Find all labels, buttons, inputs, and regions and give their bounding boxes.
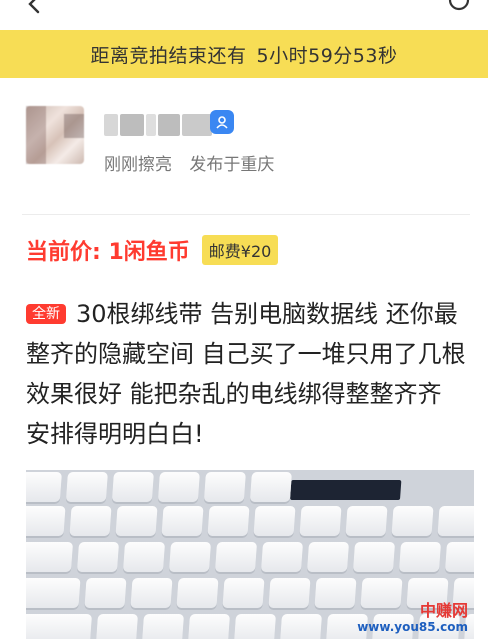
keyboard-key (391, 506, 434, 536)
keyboard-key (176, 578, 219, 608)
condition-tag: 全新 (26, 304, 66, 324)
keyboard-key (26, 578, 81, 608)
keyboard-key (122, 542, 166, 572)
publish-location: 发布于重庆 (189, 155, 275, 175)
auction-timer: 5小时59分53秒 (256, 44, 398, 67)
keyboard-key (69, 506, 112, 536)
keyboard-key (187, 614, 231, 639)
keyboard-key (168, 542, 212, 572)
keyboard-key (203, 472, 246, 502)
current-price: 当前价: 1闲鱼币 (26, 240, 190, 265)
verified-badge-icon (210, 110, 234, 134)
auction-countdown-banner: 距离竞拍结束还有 5小时59分53秒 (0, 30, 488, 78)
keyboard-key (26, 472, 62, 502)
auction-label: 距离竞拍结束还有 (90, 44, 247, 67)
keyboard-key (306, 542, 350, 572)
keyboard-key (130, 578, 173, 608)
keyboard-key (26, 506, 66, 536)
keyboard-key (260, 542, 304, 572)
keyboard-key (314, 578, 357, 608)
item-photo[interactable]: 中赚网 www.you85.com (26, 470, 474, 639)
item-description: 30根绑线带 告别电脑数据线 还你最整齐的隐藏空间 自己买了一堆只用了几根 效果… (26, 300, 466, 448)
keyboard-key (207, 506, 250, 536)
keyboard-key (299, 506, 342, 536)
shipping-fee-badge: 邮费¥20 (201, 235, 279, 265)
watermark: 中赚网 www.you85.com (357, 603, 468, 635)
back-chevron-icon[interactable] (22, 0, 48, 20)
keyboard-key (233, 614, 277, 639)
keyboard-key (222, 578, 265, 608)
keyboard-key (26, 614, 93, 639)
keyboard-key (253, 506, 296, 536)
keyboard-key (214, 542, 258, 572)
keyboard-key (65, 472, 108, 502)
keyboard-key (141, 614, 185, 639)
keyboard-logo-plate (289, 480, 402, 500)
more-icon[interactable] (444, 0, 474, 18)
keyboard-key (84, 578, 127, 608)
watermark-name: 中赚网 (419, 601, 468, 620)
keyboard-key (345, 506, 388, 536)
watermark-url: www.you85.com (357, 620, 468, 634)
divider (22, 214, 470, 215)
keyboard-key (115, 506, 158, 536)
keyboard-key (279, 614, 323, 639)
keyboard-key (157, 472, 200, 502)
keyboard-key (161, 506, 204, 536)
keyboard-key (95, 614, 139, 639)
seller-name-blurred (104, 114, 212, 136)
polish-status: 刚刚擦亮 (104, 155, 172, 175)
top-bar (0, 0, 488, 30)
seller-info[interactable]: 刚刚擦亮 发布于重庆 (0, 90, 488, 190)
avatar[interactable] (26, 106, 84, 164)
seller-subline: 刚刚擦亮 发布于重庆 (104, 150, 274, 175)
keyboard-key (444, 542, 474, 572)
keyboard-key (437, 506, 474, 536)
keyboard-key (398, 542, 442, 572)
keyboard-key (268, 578, 311, 608)
keyboard-key (26, 542, 74, 572)
keyboard-key (76, 542, 120, 572)
item-description-block: 全新 30根绑线带 告别电脑数据线 还你最整齐的隐藏空间 自己买了一堆只用了几根 … (26, 294, 466, 454)
price-row: 当前价: 1闲鱼币 邮费¥20 (26, 232, 279, 268)
keyboard-key (352, 542, 396, 572)
keyboard-key (249, 472, 292, 502)
keyboard-key (111, 472, 154, 502)
